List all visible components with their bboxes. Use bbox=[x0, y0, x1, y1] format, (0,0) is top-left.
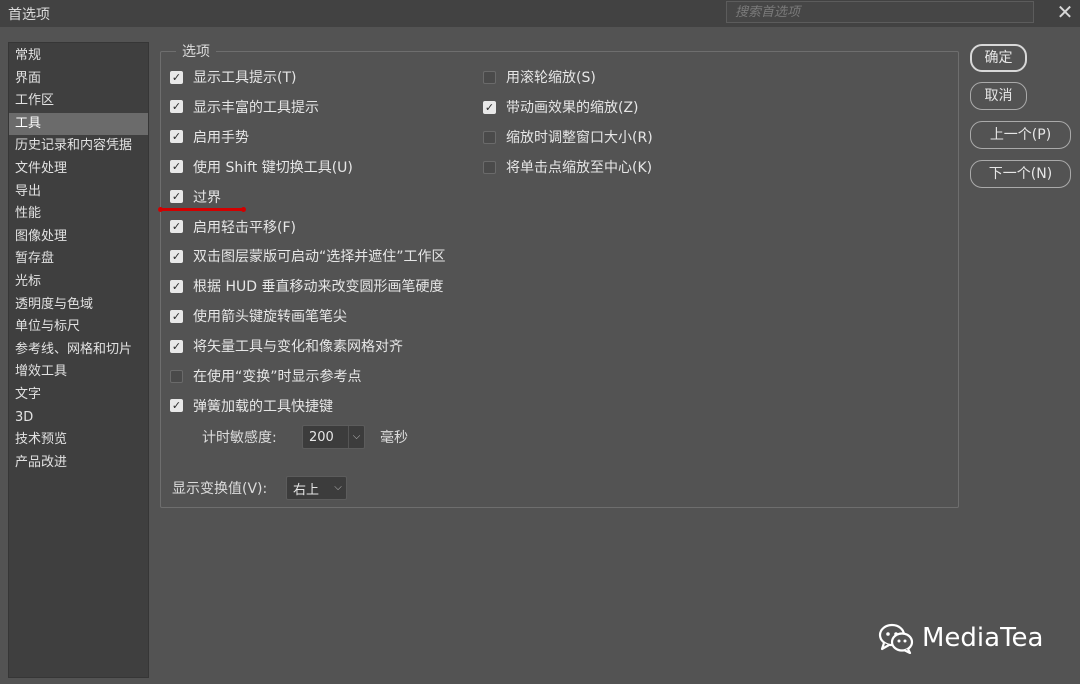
option-label: 用滚轮缩放(S) bbox=[506, 70, 596, 86]
sidebar-item[interactable]: 增效工具 bbox=[9, 361, 148, 384]
sidebar-item[interactable]: 参考线、网格和切片 bbox=[9, 339, 148, 362]
checkbox-empty-icon[interactable] bbox=[483, 160, 496, 174]
option-checkbox[interactable]: ✓ 启用手势 bbox=[170, 127, 249, 147]
ok-button[interactable]: 确定 bbox=[970, 44, 1027, 72]
option-checkbox[interactable]: ✓ 使用 Shift 键切换工具(U) bbox=[170, 157, 353, 177]
title-bar: 首选项 ✕ bbox=[0, 0, 1080, 27]
sidebar-item[interactable]: 性能 bbox=[9, 203, 148, 226]
option-label: 带动画效果的缩放(Z) bbox=[506, 100, 639, 116]
option-label: 在使用“变换”时显示参考点 bbox=[193, 369, 362, 385]
red-underline-annotation bbox=[158, 207, 246, 212]
chevron-down-icon: ⌵ bbox=[334, 482, 342, 493]
timer-label: 计时敏感度: bbox=[202, 430, 277, 446]
option-checkbox[interactable]: ✓ 双击图层蒙版可启动“选择并遮住”工作区 bbox=[170, 246, 446, 266]
watermark: MediaTea bbox=[878, 622, 1043, 654]
option-checkbox[interactable]: ✓ 根据 HUD 垂直移动来改变圆形画笔硬度 bbox=[170, 276, 443, 296]
checkmark-icon[interactable]: ✓ bbox=[170, 100, 183, 114]
option-checkbox[interactable]: ✓ 过界 bbox=[170, 187, 221, 207]
sidebar-item[interactable]: 工作区 bbox=[9, 90, 148, 113]
option-checkbox[interactable]: ✓ 使用箭头键旋转画笔笔尖 bbox=[170, 306, 347, 326]
timer-value: 200 bbox=[309, 429, 334, 445]
checkmark-icon[interactable]: ✓ bbox=[170, 130, 183, 144]
checkbox-empty-icon[interactable] bbox=[170, 369, 183, 383]
sidebar-item[interactable]: 单位与标尺 bbox=[9, 316, 148, 339]
option-label: 过界 bbox=[193, 189, 221, 206]
prev-button[interactable]: 上一个(P) bbox=[970, 121, 1071, 149]
transform-value-select[interactable]: 右上 ⌵ bbox=[286, 476, 347, 500]
checkmark-icon[interactable]: ✓ bbox=[170, 220, 183, 233]
checkbox-empty-icon[interactable] bbox=[483, 70, 496, 84]
sidebar-item[interactable]: 文件处理 bbox=[9, 158, 148, 181]
options-legend: 选项 bbox=[176, 41, 216, 61]
checkbox-empty-icon[interactable] bbox=[483, 130, 496, 144]
sidebar-item[interactable]: 常规 bbox=[9, 45, 148, 68]
watermark-text: MediaTea bbox=[922, 623, 1044, 653]
option-checkbox[interactable]: 在使用“变换”时显示参考点 bbox=[170, 366, 362, 386]
option-checkbox[interactable]: 缩放时调整窗口大小(R) bbox=[483, 127, 653, 147]
sidebar-item[interactable]: 暂存盘 bbox=[9, 248, 148, 271]
sidebar-item[interactable]: 工具 bbox=[9, 112, 148, 136]
checkmark-icon[interactable]: ✓ bbox=[170, 160, 183, 174]
option-checkbox[interactable]: ✓ 带动画效果的缩放(Z) bbox=[483, 97, 639, 117]
sidebar-list: 常规 界面 工作区 工具 历史记录和内容凭据 文件处理 导出 性能 图像处理 暂存盘 光标 透明度与色… bbox=[9, 43, 148, 474]
cancel-button[interactable]: 取消 bbox=[970, 82, 1027, 110]
option-checkbox[interactable]: 将单击点缩放至中心(K) bbox=[483, 157, 652, 177]
sidebar-item[interactable]: 3D bbox=[9, 407, 148, 430]
option-checkbox[interactable]: 用滚轮缩放(S) bbox=[483, 67, 596, 87]
checkmark-icon[interactable]: ✓ bbox=[170, 399, 183, 413]
option-label: 将矢量工具与变化和像素网格对齐 bbox=[193, 339, 403, 356]
timer-unit: 毫秒 bbox=[380, 430, 408, 446]
sidebar-item[interactable]: 透明度与色域 bbox=[9, 294, 148, 317]
sidebar-item[interactable]: 技术预览 bbox=[9, 429, 148, 452]
wechat-icon bbox=[878, 623, 914, 654]
option-label: 启用手势 bbox=[193, 129, 249, 146]
checkmark-icon[interactable]: ✓ bbox=[170, 279, 183, 293]
checkmark-icon[interactable]: ✓ bbox=[170, 190, 183, 204]
window-title: 首选项 bbox=[8, 7, 50, 23]
option-checkbox[interactable]: ✓ 显示工具提示(T) bbox=[170, 67, 296, 87]
option-label: 将单击点缩放至中心(K) bbox=[506, 160, 653, 176]
option-checkbox[interactable]: ✓ 启用轻击平移(F) bbox=[170, 217, 296, 237]
option-checkbox[interactable]: ✓ 将矢量工具与变化和像素网格对齐 bbox=[170, 336, 403, 356]
option-label: 启用轻击平移(F) bbox=[193, 219, 296, 236]
option-label: 根据 HUD 垂直移动来改变圆形画笔硬度 bbox=[193, 279, 444, 296]
checkmark-icon[interactable]: ✓ bbox=[170, 339, 183, 353]
close-icon[interactable]: ✕ bbox=[1054, 0, 1076, 24]
option-checkbox[interactable]: ✓ 显示丰富的工具提示 bbox=[170, 97, 319, 117]
option-label: 弹簧加载的工具快捷键 bbox=[193, 398, 333, 415]
sidebar-item[interactable]: 文字 bbox=[9, 384, 148, 407]
transform-value: 右上 bbox=[293, 482, 320, 498]
sidebar-item[interactable]: 界面 bbox=[9, 68, 148, 91]
next-button[interactable]: 下一个(N) bbox=[970, 160, 1071, 188]
checkmark-icon[interactable]: ✓ bbox=[170, 309, 183, 323]
checkmark-icon[interactable]: ✓ bbox=[483, 100, 496, 114]
option-label: 双击图层蒙版可启动“选择并遮住”工作区 bbox=[193, 249, 446, 266]
search-input[interactable] bbox=[726, 1, 1034, 23]
sidebar-item[interactable]: 产品改进 bbox=[9, 452, 148, 475]
checkmark-icon[interactable]: ✓ bbox=[170, 70, 183, 84]
sidebar-item[interactable]: 历史记录和内容凭据 bbox=[9, 135, 148, 158]
sidebar-item[interactable]: 导出 bbox=[9, 181, 148, 204]
checkmark-icon[interactable]: ✓ bbox=[170, 249, 183, 263]
option-label: 使用箭头键旋转画笔笔尖 bbox=[193, 309, 347, 326]
transform-label: 显示变换值(V): bbox=[172, 481, 268, 497]
option-label: 显示工具提示(T) bbox=[193, 70, 297, 86]
sidebar: 常规 界面 工作区 工具 历史记录和内容凭据 文件处理 导出 性能 图像处理 暂存盘 光标 透明度与色… bbox=[8, 42, 149, 678]
option-checkbox[interactable]: ✓ 弹簧加载的工具快捷键 bbox=[170, 396, 333, 416]
sidebar-item[interactable]: 图像处理 bbox=[9, 226, 148, 249]
chevron-down-icon: ⌵ bbox=[348, 426, 364, 448]
option-label: 使用 Shift 键切换工具(U) bbox=[193, 159, 353, 176]
option-label: 缩放时调整窗口大小(R) bbox=[506, 130, 653, 146]
option-label: 显示丰富的工具提示 bbox=[193, 99, 319, 116]
timer-sensitivity-select[interactable]: 200 ⌵ bbox=[302, 425, 365, 449]
sidebar-item[interactable]: 光标 bbox=[9, 271, 148, 294]
